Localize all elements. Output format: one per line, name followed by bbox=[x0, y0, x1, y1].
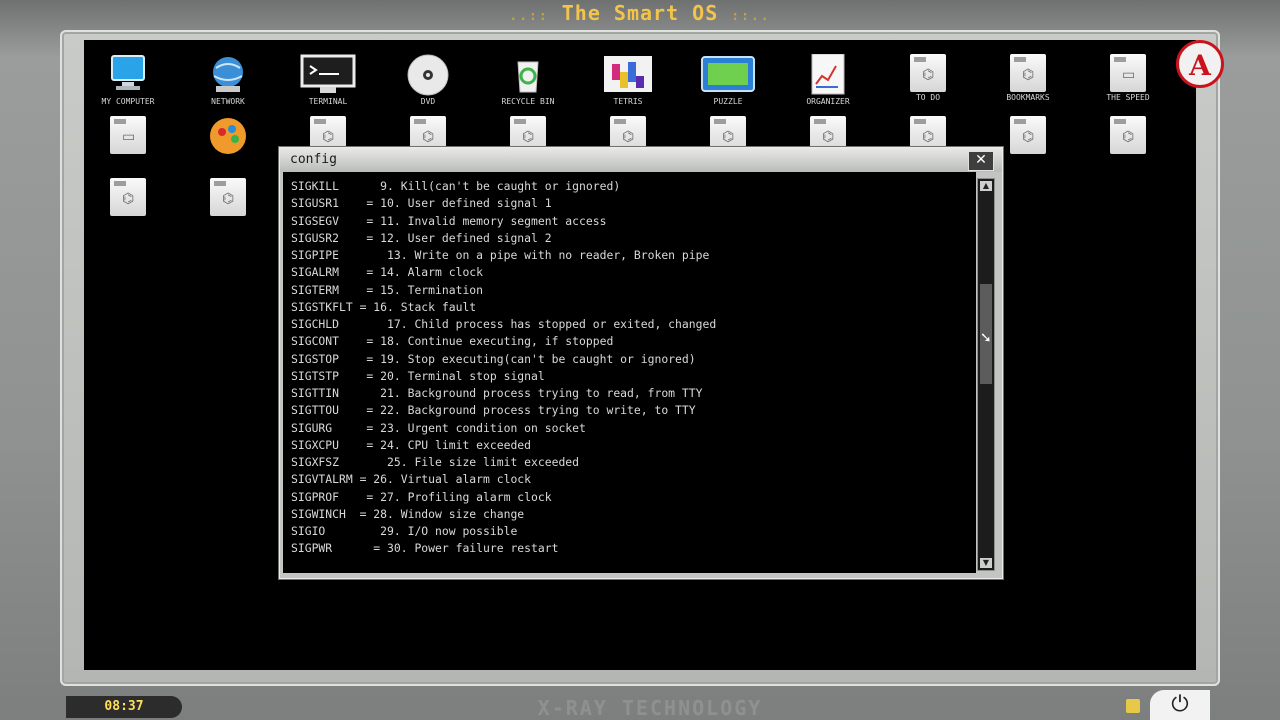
desktop-icon-label: PUZZLE bbox=[713, 97, 743, 106]
terminal-line: SIGVTALRM = 26. Virtual alarm clock bbox=[291, 472, 532, 487]
document-icon bbox=[210, 178, 246, 216]
terminal-line: SIGPIPE 13. Write on a pipe with no read… bbox=[291, 248, 710, 262]
close-button[interactable]: ✕ bbox=[968, 151, 994, 171]
os-title: The Smart OS bbox=[561, 1, 719, 25]
graphics-app-icon bbox=[210, 118, 246, 154]
desktop-icon-organizer[interactable]: ORGANIZER bbox=[788, 54, 868, 114]
desktop-icon-puzzle[interactable]: PUZZLE bbox=[688, 54, 768, 114]
desktop-icon-label: MY COMPUTER bbox=[101, 97, 155, 106]
document-icon bbox=[1110, 116, 1146, 154]
config-window: config ✕ SIGKILL 9. Kill(can't be caught… bbox=[279, 147, 1003, 579]
terminal-line: SIGXCPU = 24. CPU limit exceeded bbox=[291, 437, 532, 452]
power-button[interactable]: ⏻ bbox=[1150, 690, 1210, 720]
desktop-icon-terminal[interactable]: TERMINAL bbox=[288, 54, 368, 114]
desktop-icon-label: RECYCLE BIN bbox=[501, 97, 555, 106]
close-icon: ✕ bbox=[975, 152, 987, 168]
desktop-icon-the-speed[interactable]: THE SPEED bbox=[1088, 54, 1168, 114]
network-icon bbox=[213, 57, 243, 92]
window-title-bar[interactable]: config ✕ bbox=[280, 148, 1002, 172]
desktop-icon-label: NETWORK bbox=[211, 97, 245, 106]
document-icon bbox=[110, 178, 146, 216]
desktop-icon-label: THE SPEED bbox=[1106, 93, 1150, 102]
terminal-line: SIGWINCH = 28. Window size change bbox=[291, 506, 525, 521]
desktop-icon-recycle-bin[interactable]: RECYCLE BIN bbox=[488, 54, 568, 114]
power-icon: ⏻ bbox=[1171, 692, 1189, 717]
terminal-lines: SIGKILL 9. Kill(can't be caught or ignor… bbox=[291, 178, 716, 558]
title-deco-left: ..:: bbox=[509, 9, 549, 24]
vertical-scrollbar[interactable]: ▲ ▼ bbox=[977, 178, 995, 571]
terminal-line: SIGSEGV = 11. Invalid memory segment acc… bbox=[291, 213, 607, 228]
desktop-icon-row2-11[interactable] bbox=[1088, 116, 1168, 176]
tetris-icon bbox=[604, 56, 652, 92]
terminal-line: SIGIO 29. I/O now possible bbox=[291, 524, 518, 538]
desktop-icon-row3-1[interactable] bbox=[88, 178, 168, 238]
window-title: config bbox=[290, 152, 337, 167]
desktop-icon-row2-1[interactable] bbox=[88, 116, 168, 176]
puzzle-icon bbox=[701, 56, 755, 92]
desktop-icon-dvd[interactable]: DVD bbox=[388, 54, 468, 114]
desktop-icon-network[interactable]: NETWORK bbox=[188, 54, 268, 114]
terminal-line: SIGTSTP = 20. Terminal stop signal bbox=[291, 368, 545, 383]
terminal-line: SIGCHLD 17. Child process has stopped or… bbox=[291, 317, 717, 331]
footer-brand-text: X-RAY TECHNOLOGY bbox=[537, 696, 763, 720]
terminal-line: SIGTERM = 15. Termination bbox=[291, 282, 484, 297]
terminal-line: SIGPWR = 30. Power failure restart bbox=[291, 541, 559, 556]
scroll-up-icon[interactable]: ▲ bbox=[980, 181, 992, 191]
title-deco-right: ::.. bbox=[731, 9, 771, 24]
os-frame: ..:: The Smart OS ::.. MY COMPUTER NETWO… bbox=[0, 0, 1280, 720]
terminal-line: SIGUSR2 = 12. User defined signal 2 bbox=[291, 230, 552, 245]
mouse-cursor-icon: ➘ bbox=[980, 330, 992, 346]
document-icon bbox=[910, 54, 946, 92]
terminal-output: SIGKILL 9. Kill(can't be caught or ignor… bbox=[283, 172, 976, 573]
desktop-icon-label: TETRIS bbox=[613, 97, 643, 106]
terminal-line: SIGALRM = 14. Alarm clock bbox=[291, 265, 484, 280]
dvd-icon bbox=[407, 54, 449, 96]
terminal-line: SIGUSR1 = 10. User defined signal 1 bbox=[291, 196, 552, 211]
desktop-icon-label: TO DO bbox=[915, 93, 941, 102]
desktop-icon-my-computer[interactable]: MY COMPUTER bbox=[88, 54, 168, 114]
desktop-icon-tetris[interactable]: TETRIS bbox=[588, 54, 668, 114]
chart-doc-icon bbox=[811, 54, 845, 95]
terminal-line: SIGKILL 9. Kill(can't be caught or ignor… bbox=[291, 179, 621, 193]
desktop-icon-label: ORGANIZER bbox=[806, 97, 850, 106]
document-icon bbox=[110, 116, 146, 154]
terminal-line: SIGTTIN 21. Background process trying to… bbox=[291, 386, 703, 400]
terminal-line: SIGURG = 23. Urgent condition on socket bbox=[291, 420, 586, 435]
desktop-icon-label: DVD bbox=[420, 97, 436, 106]
terminal-line: SIGPROF = 27. Profiling alarm clock bbox=[291, 489, 552, 504]
desktop-icon-row2-2[interactable] bbox=[188, 116, 268, 176]
desktop-icon-to-do[interactable]: TO DO bbox=[888, 54, 968, 114]
terminal-line: SIGTTOU = 22. Background process trying … bbox=[291, 403, 696, 418]
document-icon bbox=[1110, 54, 1146, 92]
clock: 08:37 bbox=[66, 696, 182, 718]
lock-icon[interactable] bbox=[1126, 699, 1140, 713]
desktop-icon-row3-2[interactable] bbox=[188, 178, 268, 238]
desktop-icon-bookmarks[interactable]: BOOKMARKS bbox=[988, 54, 1068, 114]
terminal-line: SIGCONT = 18. Continue executing, if sto… bbox=[291, 334, 614, 349]
terminal-line: SIGSTOP = 19. Stop executing(can't be ca… bbox=[291, 351, 696, 366]
desktop-icon-label: TERMINAL bbox=[308, 97, 348, 106]
desktop-icon-label: BOOKMARKS bbox=[1006, 93, 1050, 102]
os-title-bar: ..:: The Smart OS ::.. bbox=[0, 0, 1280, 28]
scroll-down-icon[interactable]: ▼ bbox=[980, 558, 992, 568]
terminal-line: SIGSTKFLT = 16. Stack fault bbox=[291, 299, 477, 314]
recycle-bin-icon bbox=[517, 61, 539, 93]
terminal-icon bbox=[300, 54, 356, 93]
computer-icon bbox=[111, 55, 145, 90]
document-icon bbox=[1010, 54, 1046, 92]
document-icon bbox=[1010, 116, 1046, 154]
brand-logo: A bbox=[1176, 40, 1224, 88]
terminal-line: SIGXFSZ 25. File size limit exceeded bbox=[291, 455, 580, 469]
